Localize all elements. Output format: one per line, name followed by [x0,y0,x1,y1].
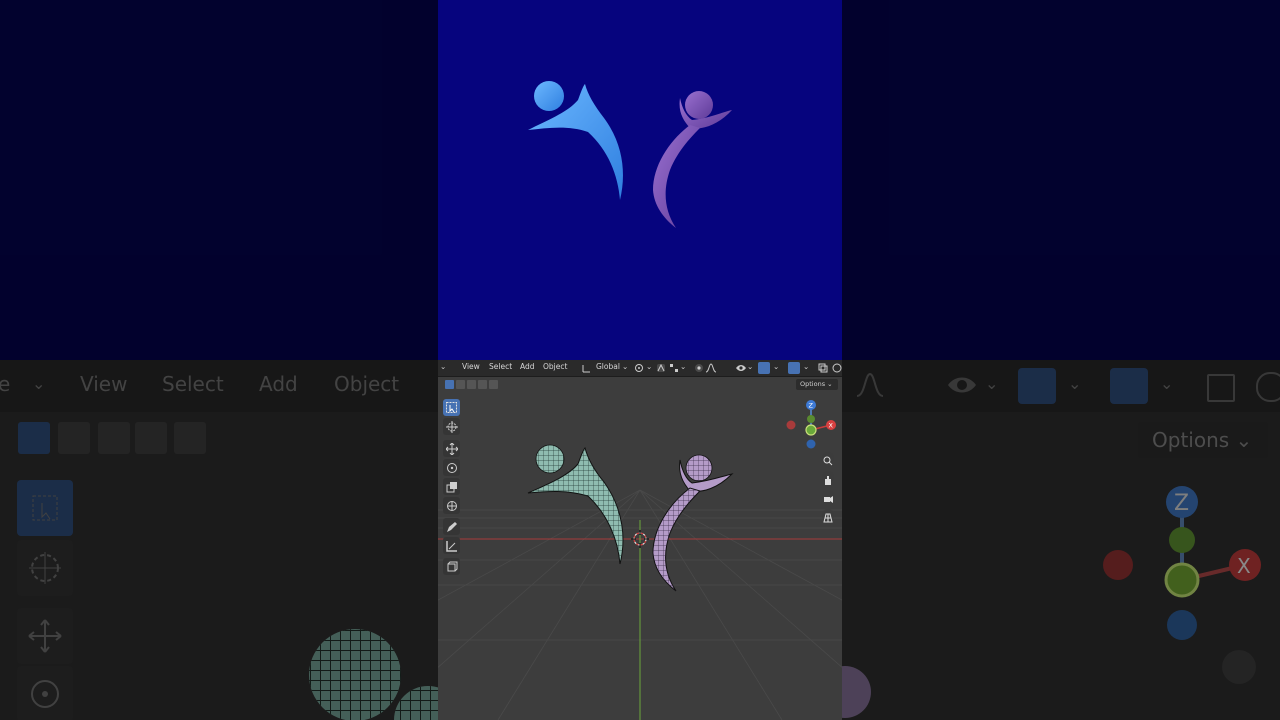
select-box-icon [446,402,457,413]
chevron-down-icon[interactable]: ⌄ [803,362,809,371]
menu-select[interactable]: Select [489,362,512,371]
gizmo-z-negative [806,439,816,449]
select-mode-subtract[interactable] [467,380,476,389]
gizmo-x-label: X [829,422,834,430]
gizmo-y-positive [805,424,817,436]
chevron-down-icon[interactable]: ⌄ [773,362,779,371]
bg-chevron-icon: ⌄ [32,374,46,393]
overlays-toggle-icon[interactable] [788,362,800,374]
video-frame: ⌄ View Select Add Object Global ⌄ ⌄ ⌄ ⌄ … [438,0,842,720]
xray-toggle-icon[interactable] [818,363,828,373]
select-mode-extend[interactable] [456,380,465,389]
menu-view[interactable]: View [462,362,480,371]
gizmo-x-negative [786,420,796,430]
figure-left-head [534,81,564,111]
chevron-down-icon[interactable]: ⌄ [680,362,686,371]
bg-tool-rotate [17,666,73,720]
zoom-icon[interactable] [822,452,834,466]
scale-icon [446,481,457,492]
transform-tool[interactable] [443,497,460,514]
add-cube-icon [447,561,457,571]
gizmo-toggle-icon[interactable] [758,362,770,374]
snap-target-icon[interactable] [669,363,679,373]
render-preview [438,0,842,360]
cursor-tool[interactable] [443,418,460,435]
pan-hand-icon[interactable] [822,471,834,485]
bg-zoom-icon [1222,650,1256,684]
bg-gizmo-toggle [1018,368,1056,404]
move-tool[interactable] [443,440,460,457]
scale-tool[interactable] [443,478,460,495]
select-mode-new[interactable] [445,380,454,389]
bg-overlay-toggle [1110,368,1148,404]
bg-visibility-icon [948,377,976,393]
visibility-icon[interactable] [736,363,746,373]
bg-xray-icon [1207,374,1235,402]
bg-chevron-icon: ⌄ [1068,374,1082,393]
camera-view-icon[interactable] [822,490,834,503]
bg-navigation-gizmo: Z X [1103,486,1261,640]
measure-tool[interactable] [443,537,460,554]
bg-select-mode-extend [58,422,90,454]
chevron-down-icon[interactable]: ⌄ [747,362,753,371]
chevron-down-icon[interactable]: ⌄ [646,362,652,371]
figure-right-head [685,91,713,119]
orientation-dropdown[interactable]: Global [596,362,620,371]
transform-orientation-icon [582,365,590,373]
mode-dropdown-chevron-icon[interactable]: ⌄ [440,362,446,371]
select-mode-invert[interactable] [478,380,487,389]
bg-chevron-icon: ⌄ [985,374,999,393]
bg-mode-fragment: e [0,372,11,396]
select-box-tool[interactable] [443,399,460,416]
menu-object[interactable]: Object [543,362,567,371]
3d-viewport[interactable]: ⌄ View Select Add Object Global ⌄ ⌄ ⌄ ⌄ … [438,360,842,720]
bg-shading-icon [1256,372,1280,402]
bg-tool-cursor [17,540,73,596]
rotate-tool[interactable] [443,459,460,476]
bg-menu-object: Object [334,372,400,396]
menu-add[interactable]: Add [520,362,535,371]
bg-mesh-sphere [309,629,460,720]
3d-cursor-icon[interactable] [631,530,649,548]
annotate-tool[interactable] [443,518,460,535]
bg-options-button: Options ⌄ [1138,422,1268,458]
shading-mode-icon[interactable] [832,363,842,373]
bg-select-mode-invert [135,422,167,454]
ruler-icon [445,540,457,552]
cursor-icon [445,420,458,433]
bg-gizmo-z-label: Z [1174,491,1189,516]
rotate-icon [446,462,457,473]
bg-mesh-sphere-right [835,666,871,718]
navigation-gizmo[interactable]: Z X [782,397,840,449]
perspective-toggle-icon[interactable] [822,509,834,523]
bg-tool-select [17,480,73,536]
rendered-figures [528,81,732,228]
bg-tool-move [17,608,73,664]
transform-icon [446,500,457,511]
viewport-header: ⌄ View Select Add Object Global ⌄ ⌄ ⌄ ⌄ … [438,360,842,377]
select-mode-intersect[interactable] [489,380,498,389]
bg-select-mode-new [18,422,50,454]
bg-select-mode-subtract [98,422,130,454]
bg-chevron-icon: ⌄ [1160,374,1174,393]
gizmo-y-axis [807,415,815,423]
bg-menu-view: View [80,372,128,396]
bg-select-mode-intersect [174,422,206,454]
bg-falloff-icon [856,372,884,397]
bg-gizmo-x-label: X [1237,554,1251,578]
add-cube-tool[interactable] [443,558,460,575]
options-label: Options [800,380,826,388]
pencil-icon [446,521,457,532]
pivot-point-icon[interactable] [634,363,644,373]
falloff-icon[interactable] [706,363,716,373]
proportional-editing-icon[interactable] [694,363,704,373]
gizmo-z-label: Z [809,402,814,410]
snap-toggle-icon[interactable] [656,363,666,373]
bg-menu-add: Add [259,372,298,396]
options-dropdown[interactable]: Options ⌄ [796,379,838,390]
figure-right-body [653,125,700,228]
chevron-down-icon[interactable]: ⌄ [622,362,628,371]
move-icon [445,442,458,455]
bg-menu-select: Select [162,372,224,396]
